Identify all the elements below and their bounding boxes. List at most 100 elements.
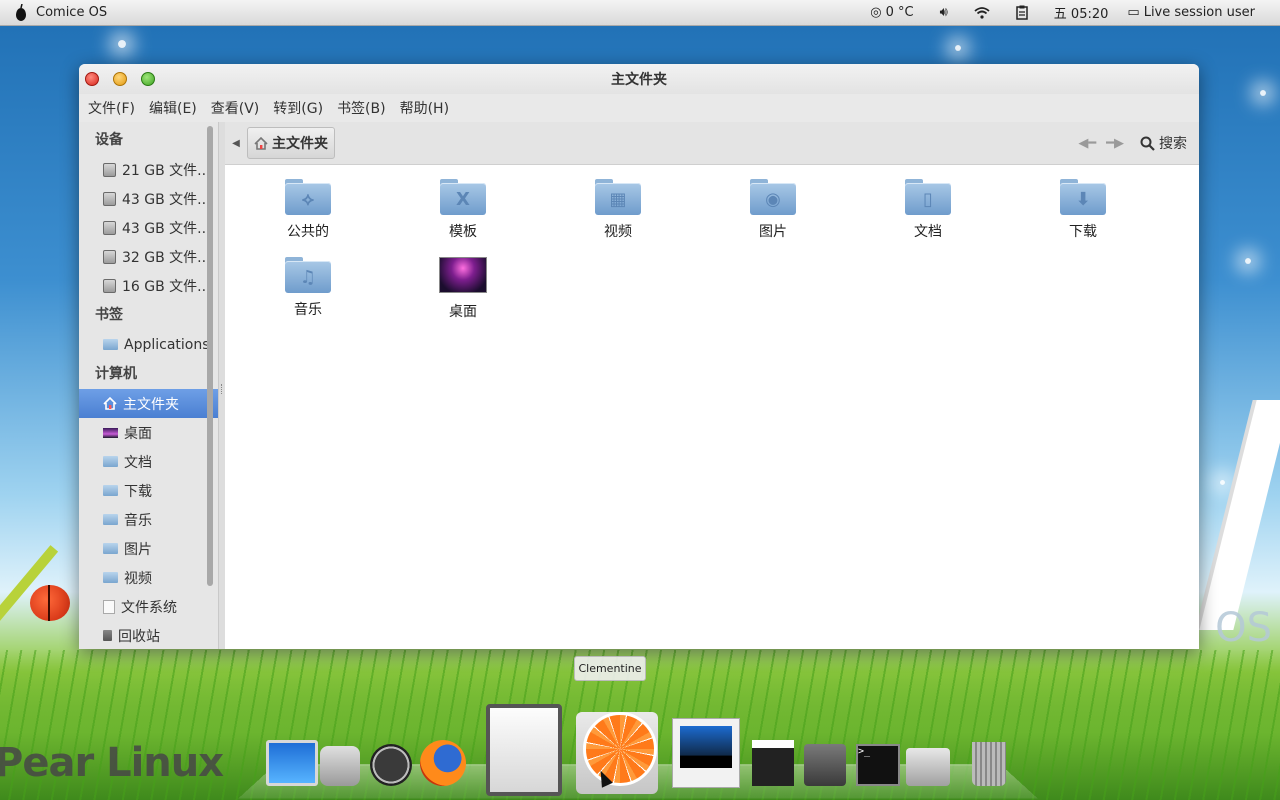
file-item-music[interactable]: ♫ 音乐: [258, 257, 358, 319]
search-icon: [1140, 136, 1155, 151]
menu-go[interactable]: 转到(G): [266, 98, 330, 118]
sidebar-item-home[interactable]: 主文件夹: [79, 389, 218, 418]
finder-display-icon[interactable]: [266, 740, 318, 786]
sidebar-item-music[interactable]: 音乐: [79, 505, 218, 534]
forward-arrow-icon[interactable]: ━▶︎: [1106, 136, 1124, 151]
image-viewer-icon[interactable]: [672, 718, 740, 788]
clock-text: 五 05:20: [1053, 7, 1109, 22]
file-grid: ⟡ 公共的 X 模板 ▦ 视频 ◉ 图片 ▯ 文档 ⬇ 下载 ♫ 音乐 桌面: [225, 165, 1199, 649]
pictures-folder-icon: [103, 543, 118, 554]
sidebar-item-trash[interactable]: 回收站: [79, 621, 218, 649]
user-menu[interactable]: ▭ Live session user: [1121, 0, 1268, 25]
sidebar-item-label: 32 GB 文件...: [122, 249, 211, 266]
launchpad-rocket-icon[interactable]: [320, 746, 360, 786]
ladybug-decoration: [30, 585, 70, 621]
libreoffice-document-icon[interactable]: [486, 704, 562, 796]
sidebar-item-label: 音乐: [124, 512, 152, 529]
sidebar-item-drive-3[interactable]: 43 GB 文件...: [79, 213, 218, 242]
sidebar-item-filesystem[interactable]: 文件系统: [79, 592, 218, 621]
file-item-label: 音乐: [294, 302, 322, 318]
sidebar-item-downloads[interactable]: 下载: [79, 476, 218, 505]
sidebar-item-drive-2[interactable]: 43 GB 文件...: [79, 184, 218, 213]
clementine-icon[interactable]: [583, 712, 657, 786]
sidebar-header-computer: 计算机: [95, 366, 137, 382]
sidebar-item-label: 桌面: [124, 425, 152, 442]
terminal-icon[interactable]: >_: [856, 744, 900, 786]
file-item-downloads[interactable]: ⬇ 下载: [1033, 179, 1133, 241]
drive-icon: [103, 162, 116, 177]
file-item-label: 下载: [1069, 224, 1097, 240]
file-manager-window: 主文件夹 文件(F) 编辑(E) 查看(V) 转到(G) 书签(B) 帮助(H)…: [79, 64, 1199, 649]
network-indicator[interactable]: [961, 0, 1003, 25]
trash-can-icon[interactable]: [972, 742, 1006, 786]
sidebar-item-label: 43 GB 文件...: [122, 191, 211, 208]
drive-icon: [103, 278, 116, 293]
file-item-label: 图片: [759, 224, 787, 240]
volume-indicator[interactable]: 🔊︎: [927, 0, 961, 25]
minimize-button[interactable]: [113, 72, 127, 86]
downloads-folder-icon: ⬇: [1060, 179, 1106, 215]
sidebar: 设备 21 GB 文件... 43 GB 文件... 43 GB 文件... 3…: [79, 122, 219, 649]
sidebar-scrollbar[interactable]: [207, 126, 213, 586]
clock-indicator[interactable]: 五 05:20: [1041, 0, 1122, 25]
weather-indicator[interactable]: ◎ 0 °C: [857, 0, 926, 25]
drive-icon: [103, 249, 116, 264]
window-title: 主文件夹: [611, 72, 667, 88]
search-button[interactable]: 搜索: [1140, 133, 1187, 153]
file-item-templates[interactable]: X 模板: [413, 179, 513, 241]
file-item-desktop[interactable]: 桌面: [413, 257, 513, 321]
app-store-icon[interactable]: [370, 744, 412, 786]
sidebar-item-label: 主文件夹: [123, 396, 179, 413]
trash-icon: [103, 630, 112, 641]
firefox-icon[interactable]: [420, 740, 466, 786]
menu-bar: 文件(F) 编辑(E) 查看(V) 转到(G) 书签(B) 帮助(H): [79, 94, 1199, 123]
menu-view[interactable]: 查看(V): [204, 98, 267, 118]
maximize-button[interactable]: [141, 72, 155, 86]
pear-logo-icon[interactable]: [14, 4, 28, 21]
window-titlebar[interactable]: 主文件夹: [79, 64, 1199, 94]
os-text-watermark: OS: [1215, 605, 1272, 651]
file-item-public[interactable]: ⟡ 公共的: [258, 179, 358, 241]
breadcrumb-home[interactable]: 主文件夹: [247, 127, 335, 159]
user-name: Live session user: [1143, 5, 1255, 20]
brand-watermark: Pear Linux: [0, 740, 224, 786]
system-settings-gear-icon[interactable]: [804, 744, 846, 786]
downloads-folder-icon: [103, 485, 118, 496]
clipboard-indicator[interactable]: [1003, 0, 1041, 25]
screenshot-camera-icon[interactable]: [906, 748, 950, 786]
clipboard-icon: [1016, 5, 1028, 20]
sidebar-item-drive-1[interactable]: 21 GB 文件...: [79, 155, 218, 184]
active-app-name[interactable]: Comice OS: [36, 5, 107, 20]
volume-icon: 🔊︎: [939, 5, 948, 20]
video-player-icon[interactable]: [752, 740, 794, 786]
file-item-documents[interactable]: ▯ 文档: [878, 179, 978, 241]
sidebar-item-label: 图片: [124, 541, 152, 558]
sidebar-item-drive-4[interactable]: 32 GB 文件...: [79, 242, 218, 271]
user-icon: ▭: [1127, 5, 1140, 20]
sidebar-item-documents[interactable]: 文档: [79, 447, 218, 476]
path-scroll-left-icon[interactable]: ◀: [225, 138, 247, 149]
close-button[interactable]: [85, 72, 99, 86]
file-item-label: 视频: [604, 224, 632, 240]
menu-edit[interactable]: 编辑(E): [142, 98, 204, 118]
desktop-thumbnail-icon: [439, 257, 487, 293]
file-item-videos[interactable]: ▦ 视频: [568, 179, 668, 241]
sidebar-item-label: 文档: [124, 454, 152, 471]
sidebar-item-drive-5[interactable]: 16 GB 文件...: [79, 271, 218, 300]
sidebar-header-bookmarks: 书签: [95, 307, 123, 323]
sidebar-item-applications[interactable]: Applications: [79, 330, 218, 359]
sidebar-item-pictures[interactable]: 图片: [79, 534, 218, 563]
sidebar-item-label: 16 GB 文件...: [122, 278, 211, 295]
sidebar-item-desktop[interactable]: 桌面: [79, 418, 218, 447]
dock: >_: [238, 704, 1038, 800]
menu-file[interactable]: 文件(F): [81, 98, 142, 118]
os-logo-watermark: [1198, 400, 1280, 640]
folder-icon: [103, 456, 118, 467]
back-arrow-icon[interactable]: ◀︎━: [1078, 136, 1096, 151]
menu-bookmarks[interactable]: 书签(B): [330, 98, 393, 118]
folder-icon: [103, 339, 118, 350]
file-item-pictures[interactable]: ◉ 图片: [723, 179, 823, 241]
sidebar-item-label: 文件系统: [121, 599, 177, 616]
menu-help[interactable]: 帮助(H): [393, 98, 456, 118]
sidebar-item-videos[interactable]: 视频: [79, 563, 218, 592]
